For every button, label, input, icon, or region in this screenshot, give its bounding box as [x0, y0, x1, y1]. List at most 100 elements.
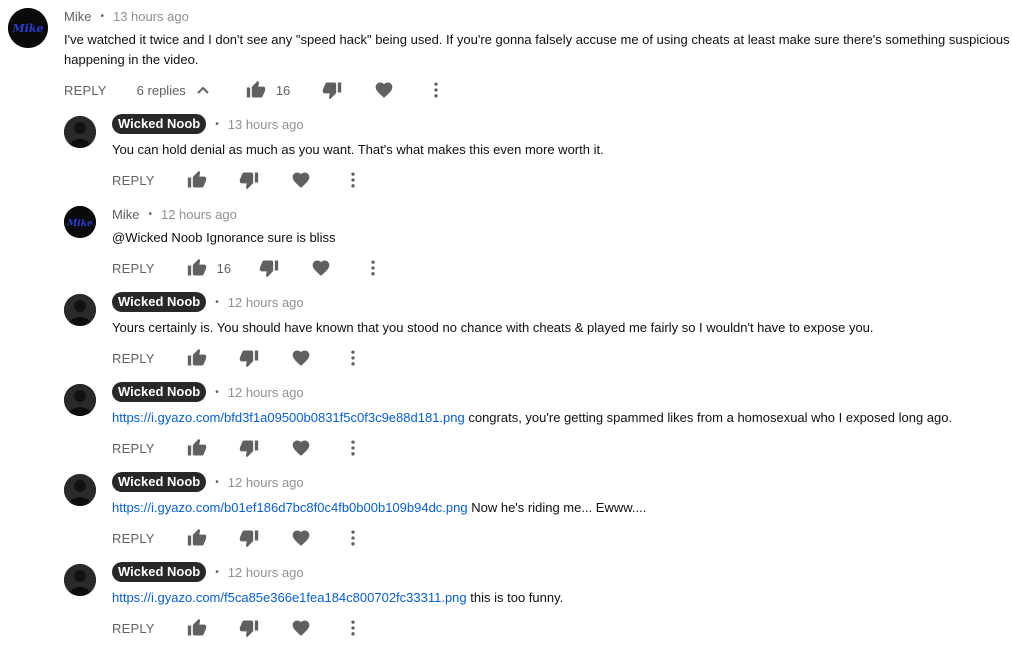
- thumbs-up-icon: [187, 528, 207, 548]
- author-badge[interactable]: Wicked Noob: [112, 292, 207, 312]
- heart-button[interactable]: [372, 78, 396, 102]
- reply-time[interactable]: 13 hours ago: [228, 117, 304, 132]
- reply-body: this is too funny.: [466, 590, 564, 605]
- wicked-noob-avatar-image: [64, 564, 96, 596]
- heart-icon: [311, 258, 331, 278]
- reply-button[interactable]: REPLY: [112, 441, 155, 456]
- more-vert-icon: [363, 258, 383, 278]
- reply-header: Wicked Noob • 13 hours ago: [112, 114, 304, 134]
- reply-button[interactable]: REPLY: [112, 621, 155, 636]
- chevron-up-icon: [197, 86, 209, 94]
- reply-button[interactable]: REPLY: [112, 261, 155, 276]
- heart-button[interactable]: [309, 256, 333, 280]
- reply-body: @Wicked Noob Ignorance sure is bliss: [112, 230, 336, 245]
- avatar-wicked-noob[interactable]: [64, 474, 96, 506]
- dislike-button[interactable]: [237, 436, 261, 460]
- thumbs-up-icon: [187, 258, 207, 278]
- more-actions-button[interactable]: [424, 78, 448, 102]
- heart-button[interactable]: [289, 168, 313, 192]
- author-name[interactable]: Mike: [112, 207, 139, 222]
- author-badge[interactable]: Wicked Noob: [112, 562, 207, 582]
- author-badge[interactable]: Wicked Noob: [112, 114, 207, 134]
- dislike-button[interactable]: [237, 168, 261, 192]
- reply-button[interactable]: REPLY: [112, 351, 155, 366]
- reply-time[interactable]: 12 hours ago: [228, 295, 304, 310]
- reply-actions: REPLY: [112, 524, 365, 552]
- author-name[interactable]: Mike: [64, 9, 91, 24]
- thumbs-up-icon: [187, 170, 207, 190]
- like-button[interactable]: [185, 168, 209, 192]
- reply-actions: REPLY: [112, 614, 365, 642]
- heart-button[interactable]: [289, 436, 313, 460]
- reply-time[interactable]: 12 hours ago: [161, 207, 237, 222]
- like-button[interactable]: [244, 78, 268, 102]
- heart-icon: [291, 528, 311, 548]
- more-vert-icon: [426, 80, 446, 100]
- more-actions-button[interactable]: [361, 256, 385, 280]
- reply-link[interactable]: https://i.gyazo.com/f5ca85e366e1fea184c8…: [112, 590, 467, 605]
- reply-button[interactable]: REPLY: [64, 83, 107, 98]
- like-button[interactable]: [185, 346, 209, 370]
- like-count: 16: [275, 82, 291, 98]
- reply-text: https://i.gyazo.com/f5ca85e366e1fea184c8…: [112, 588, 563, 608]
- wicked-noob-avatar-image: [64, 294, 96, 326]
- reply-link[interactable]: https://i.gyazo.com/b01ef186d7bc8f0c4fb0…: [112, 500, 468, 515]
- more-vert-icon: [343, 528, 363, 548]
- dislike-button[interactable]: [237, 346, 261, 370]
- more-actions-button[interactable]: [341, 616, 365, 640]
- heart-icon: [291, 170, 311, 190]
- like-button[interactable]: [185, 436, 209, 460]
- separator-dot: •: [215, 386, 219, 398]
- separator-dot: •: [215, 296, 219, 308]
- more-actions-button[interactable]: [341, 346, 365, 370]
- avatar-wicked-noob[interactable]: [64, 116, 96, 148]
- avatar-wicked-noob[interactable]: [64, 294, 96, 326]
- reply-header: Wicked Noob • 12 hours ago: [112, 472, 304, 492]
- replies-toggle[interactable]: 6 replies: [137, 83, 210, 98]
- avatar-mike[interactable]: Mike: [64, 206, 96, 238]
- dislike-button[interactable]: [237, 616, 261, 640]
- thumbs-down-icon: [239, 528, 259, 548]
- like-count: 16: [216, 260, 232, 276]
- author-badge[interactable]: Wicked Noob: [112, 472, 207, 492]
- more-vert-icon: [343, 170, 363, 190]
- mike-avatar-text: Mike: [66, 219, 93, 229]
- heart-button[interactable]: [289, 616, 313, 640]
- heart-button[interactable]: [289, 346, 313, 370]
- like-button[interactable]: [185, 256, 209, 280]
- more-vert-icon: [343, 618, 363, 638]
- reply-actions: REPLY: [112, 434, 365, 462]
- like-button[interactable]: [185, 616, 209, 640]
- dislike-button[interactable]: [237, 526, 261, 550]
- reply-time[interactable]: 12 hours ago: [228, 385, 304, 400]
- reply-text: https://i.gyazo.com/b01ef186d7bc8f0c4fb0…: [112, 498, 646, 518]
- reply-actions: REPLY 16: [112, 254, 385, 282]
- heart-icon: [374, 80, 394, 100]
- reply-header: Wicked Noob • 12 hours ago: [112, 292, 304, 312]
- author-badge[interactable]: Wicked Noob: [112, 382, 207, 402]
- reply-time[interactable]: 12 hours ago: [228, 475, 304, 490]
- reply-text: You can hold denial as much as you want.…: [112, 140, 604, 160]
- separator-dot: •: [215, 118, 219, 130]
- more-actions-button[interactable]: [341, 168, 365, 192]
- reply-button[interactable]: REPLY: [112, 173, 155, 188]
- thumbs-up-icon: [187, 438, 207, 458]
- dislike-button[interactable]: [257, 256, 281, 280]
- avatar-wicked-noob[interactable]: [64, 384, 96, 416]
- comment-time[interactable]: 13 hours ago: [113, 9, 189, 24]
- heart-button[interactable]: [289, 526, 313, 550]
- separator-dot: •: [100, 10, 104, 22]
- dislike-button[interactable]: [320, 78, 344, 102]
- heart-icon: [291, 438, 311, 458]
- more-actions-button[interactable]: [341, 436, 365, 460]
- thumbs-down-icon: [239, 618, 259, 638]
- thumbs-down-icon: [239, 170, 259, 190]
- reply-link[interactable]: https://i.gyazo.com/bfd3f1a09500b0831f5c…: [112, 410, 465, 425]
- avatar-mike[interactable]: Mike: [8, 8, 48, 48]
- like-button[interactable]: [185, 526, 209, 550]
- more-actions-button[interactable]: [341, 526, 365, 550]
- reply-time[interactable]: 12 hours ago: [228, 565, 304, 580]
- separator-dot: •: [148, 208, 152, 220]
- reply-button[interactable]: REPLY: [112, 531, 155, 546]
- avatar-wicked-noob[interactable]: [64, 564, 96, 596]
